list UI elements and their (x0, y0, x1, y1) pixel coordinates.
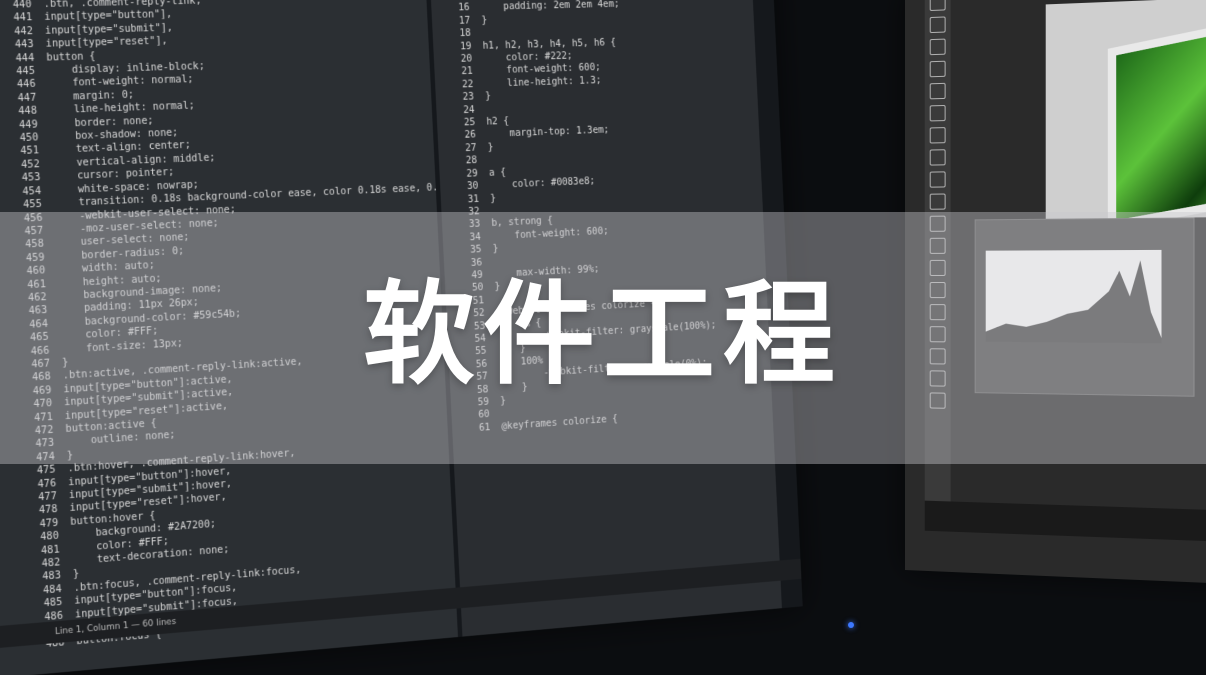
photo-scene: 440 .btn, .comment-reply-link, 441 input[… (0, 0, 1206, 675)
crop-tool-icon (930, 61, 946, 78)
wand-tool-icon (930, 39, 946, 56)
eyedropper-tool-icon (930, 83, 946, 100)
photo-canvas (1046, 0, 1206, 219)
banner-title: 软件工程 (0, 265, 1206, 405)
healing-tool-icon (930, 105, 946, 121)
marquee-tool-icon (930, 0, 946, 11)
stamp-tool-icon (930, 149, 946, 165)
history-brush-icon (930, 171, 946, 187)
green-image (1108, 10, 1206, 230)
lasso-tool-icon (930, 16, 946, 33)
os-taskbar (925, 501, 1206, 543)
brush-tool-icon (930, 127, 946, 143)
eraser-tool-icon (930, 193, 946, 209)
monitor-power-led (848, 622, 854, 628)
